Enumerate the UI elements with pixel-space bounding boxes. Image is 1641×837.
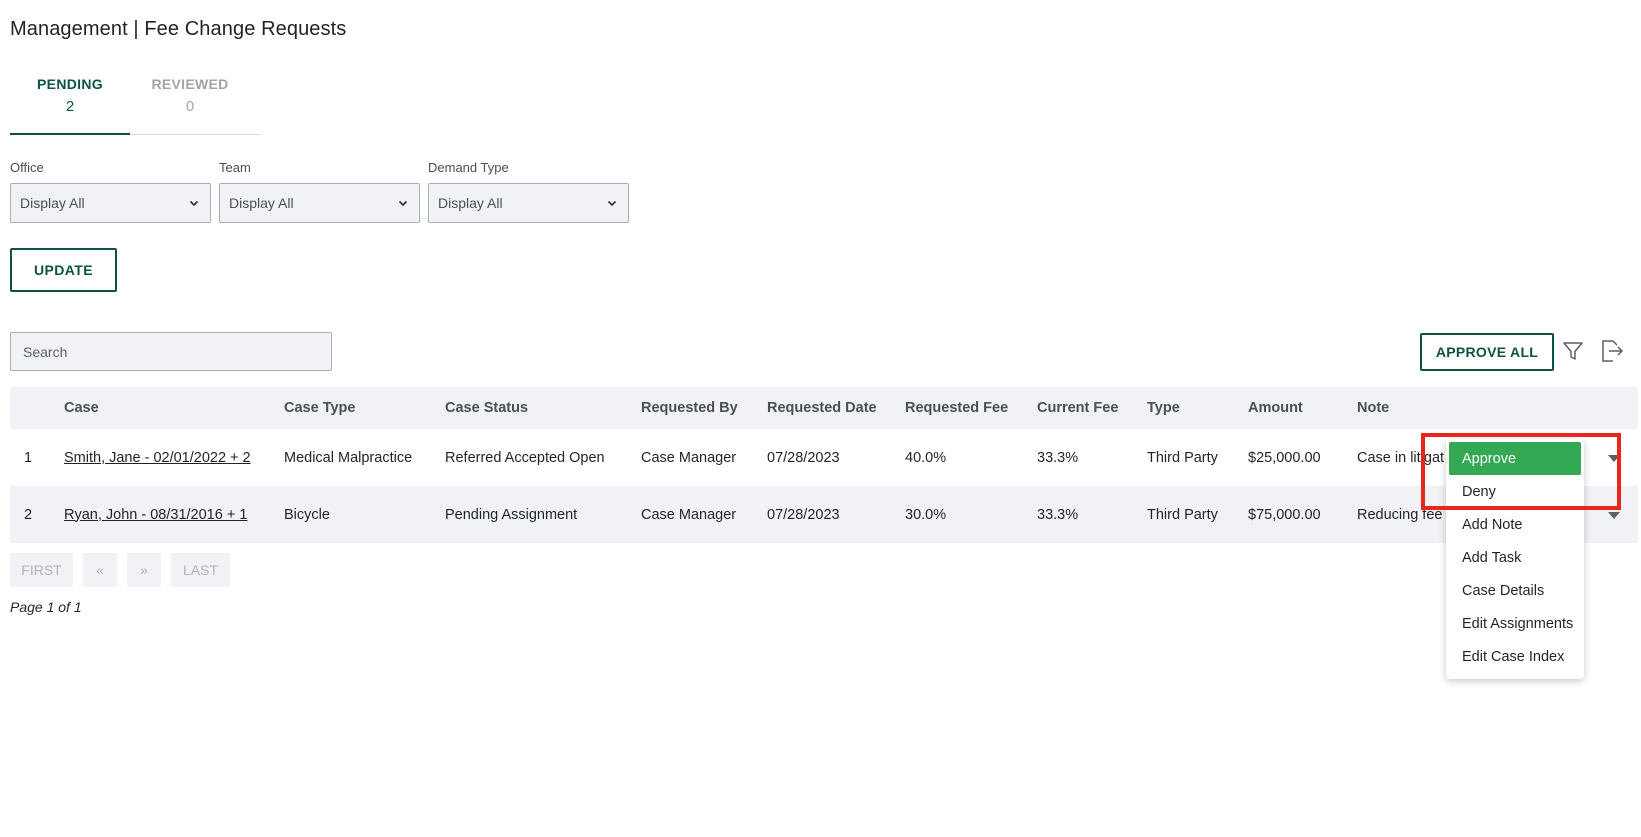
export-button[interactable] (1598, 338, 1624, 364)
export-icon (1602, 340, 1624, 362)
col-header-requested-fee: Requested Fee (905, 387, 1037, 429)
col-header-amount: Amount (1248, 387, 1357, 429)
requested-by-cell: Case Manager (641, 486, 767, 543)
col-header-current-fee: Current Fee (1037, 387, 1147, 429)
menu-item-edit-case-index[interactable]: Edit Case Index (1449, 640, 1581, 673)
team-filter-label: Team (219, 160, 251, 175)
menu-item-add-task[interactable]: Add Task (1449, 541, 1581, 574)
case-link[interactable]: Ryan, John - 08/31/2016 + 1 (64, 507, 247, 523)
office-select[interactable]: Display All (10, 183, 211, 223)
case-type-cell: Medical Malpractice (284, 429, 445, 486)
amount-cell: $25,000.00 (1248, 429, 1357, 486)
search-input[interactable] (10, 332, 332, 371)
requested-date-cell: 07/28/2023 (767, 429, 905, 486)
current-fee-cell: 33.3% (1037, 429, 1147, 486)
tab-reviewed-label: REVIEWED (151, 76, 229, 92)
case-status-cell: Referred Accepted Open (445, 429, 641, 486)
requested-date-cell: 07/28/2023 (767, 486, 905, 543)
menu-item-case-details[interactable]: Case Details (1449, 574, 1581, 607)
col-header-num (10, 387, 64, 429)
requested-by-cell: Case Manager (641, 429, 767, 486)
table-row[interactable]: 1 Smith, Jane - 02/01/2022 + 2 Medical M… (10, 429, 1638, 486)
filter-icon (1563, 342, 1583, 360)
col-header-case: Case (64, 387, 284, 429)
col-header-requested-by: Requested By (641, 387, 767, 429)
requested-fee-cell: 30.0% (905, 486, 1037, 543)
chevron-down-icon (189, 200, 199, 207)
row-actions-caret-icon[interactable] (1608, 454, 1620, 462)
update-button[interactable]: UPDATE (10, 248, 117, 292)
col-header-actions (1549, 387, 1638, 429)
demand-type-filter-label: Demand Type (428, 160, 509, 175)
menu-item-add-note[interactable]: Add Note (1449, 508, 1581, 541)
page-title: Management | Fee Change Requests (10, 18, 347, 40)
table-header-row: Case Case Type Case Status Requested By … (10, 387, 1638, 429)
prev-page-button[interactable]: « (83, 553, 117, 587)
status-tabs: PENDING 2 REVIEWED 0 (10, 76, 261, 135)
type-cell: Third Party (1147, 486, 1248, 543)
demand-type-select-value: Display All (438, 195, 503, 211)
first-page-button[interactable]: FIRST (10, 553, 73, 587)
col-header-case-type: Case Type (284, 387, 445, 429)
tab-pending-count: 2 (65, 98, 75, 115)
team-select-value: Display All (229, 195, 294, 211)
team-filter: Team Display All (219, 160, 420, 223)
team-select[interactable]: Display All (219, 183, 420, 223)
col-header-type: Type (1147, 387, 1248, 429)
row-number: 2 (10, 486, 64, 543)
chevron-down-icon (398, 200, 408, 207)
demand-type-select[interactable]: Display All (428, 183, 629, 223)
tab-reviewed-count: 0 (185, 98, 195, 115)
fee-requests-table: Case Case Type Case Status Requested By … (10, 387, 1638, 543)
approve-all-button[interactable]: APPROVE ALL (1420, 333, 1554, 371)
case-status-cell: Pending Assignment (445, 486, 641, 543)
tab-reviewed[interactable]: REVIEWED 0 (130, 76, 250, 134)
row-actions-menu: Approve Deny Add Note Add Task Case Deta… (1446, 439, 1584, 679)
demand-type-filter: Demand Type Display All (428, 160, 629, 223)
pagination: FIRST « » LAST (10, 553, 230, 587)
type-cell: Third Party (1147, 429, 1248, 486)
office-filter-label: Office (10, 160, 44, 175)
current-fee-cell: 33.3% (1037, 486, 1147, 543)
office-filter: Office Display All (10, 160, 211, 223)
next-page-button[interactable]: » (127, 553, 161, 587)
table-row[interactable]: 2 Ryan, John - 08/31/2016 + 1 Bicycle Pe… (10, 486, 1638, 543)
menu-item-approve[interactable]: Approve (1449, 442, 1581, 475)
menu-item-deny[interactable]: Deny (1449, 475, 1581, 508)
office-select-value: Display All (20, 195, 85, 211)
tab-pending-label: PENDING (37, 76, 103, 92)
menu-item-edit-assignments[interactable]: Edit Assignments (1449, 607, 1581, 640)
filter-button[interactable] (1560, 338, 1586, 364)
col-header-case-status: Case Status (445, 387, 641, 429)
amount-cell: $75,000.00 (1248, 486, 1357, 543)
page-info: Page 1 of 1 (10, 599, 82, 615)
requested-fee-cell: 40.0% (905, 429, 1037, 486)
row-number: 1 (10, 429, 64, 486)
row-actions-caret-icon[interactable] (1608, 511, 1620, 519)
case-type-cell: Bicycle (284, 486, 445, 543)
last-page-button[interactable]: LAST (171, 553, 230, 587)
chevron-down-icon (607, 200, 617, 207)
tab-pending[interactable]: PENDING 2 (10, 76, 130, 135)
col-header-note: Note (1357, 387, 1549, 429)
col-header-requested-date: Requested Date (767, 387, 905, 429)
case-link[interactable]: Smith, Jane - 02/01/2022 + 2 (64, 450, 251, 466)
